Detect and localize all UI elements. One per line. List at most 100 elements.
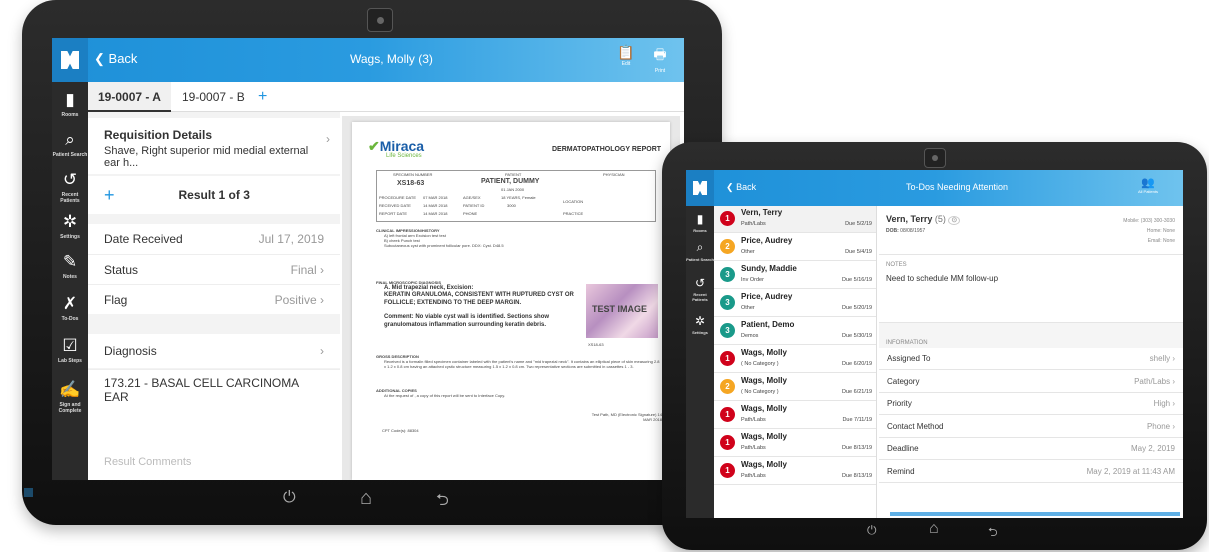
report-viewer[interactable]: ✔Miraca Life Sciences DERMATOPATHOLOGY R…	[342, 116, 680, 480]
field-status[interactable]: Status Final ›	[88, 254, 340, 284]
report-comment: Comment: No viable cyst wall is identifi…	[384, 314, 550, 328]
info-row[interactable]: Contact Method Phone ›	[879, 416, 1183, 438]
tab-b[interactable]: 19-0007 - B	[172, 82, 255, 112]
search-icon: ⌕	[65, 130, 75, 149]
sidebar-item-patient-search[interactable]: ⌕ Patient Search	[52, 130, 88, 158]
info-row[interactable]: Priority High ›	[879, 393, 1183, 415]
requisition-details[interactable]: Requisition Details Shave, Right superio…	[88, 118, 340, 174]
add-tab-button[interactable]: +	[248, 82, 277, 112]
back-nav-icon[interactable]: ⮌	[436, 489, 449, 516]
sidebar-label: Patient Search	[52, 152, 88, 158]
todo-item[interactable]: 3 Price, Audrey Other Due 5/20/19	[714, 290, 876, 317]
todo-patient-name: Wags, Molly	[741, 432, 787, 441]
info-row[interactable]: Assigned To shelly ›	[879, 348, 1183, 370]
divider	[879, 254, 1183, 255]
edit-label: Edit	[621, 61, 631, 67]
sidebar-item-patient-search[interactable]: ⌕ Patient Search	[686, 240, 714, 262]
todo-category: Path/Labs	[741, 473, 766, 479]
sidebar-label: Recent Patients	[692, 292, 708, 302]
printer-icon: 🖶	[653, 46, 667, 62]
report-page: ✔Miraca Life Sciences DERMATOPATHOLOGY R…	[352, 122, 670, 480]
result-label: Result 1 of 3	[178, 188, 250, 202]
sidebar-item-rooms[interactable]: ▮ Rooms	[686, 212, 714, 233]
chevron-right-icon: ›	[1170, 399, 1175, 408]
cpt-code: CPT Code(s): 88304	[382, 428, 419, 433]
print-button[interactable]: 🖶 Print	[648, 44, 672, 74]
field-label: Status	[104, 262, 139, 277]
todo-item[interactable]: 1 Wags, Molly Path/Labs Due 8/13/19	[714, 458, 876, 485]
tab-a[interactable]: 19-0007 - A	[88, 82, 171, 112]
action-bar[interactable]	[890, 512, 1180, 516]
power-button-icon[interactable]: ⏻	[283, 489, 296, 507]
tab-bar: 19-0007 - A 19-0007 - B +	[88, 82, 684, 112]
sidebar-item-recent-patients[interactable]: ↺ Recent Patients	[686, 276, 714, 302]
sidebar-item-todos[interactable]: ✗ To-Dos	[52, 294, 88, 322]
todo-item[interactable]: 3 Patient, Demo Demos Due 5/30/19	[714, 318, 876, 345]
page-title: Wags, Molly (3)	[350, 52, 433, 66]
home-button-icon[interactable]: ⌂	[929, 520, 939, 538]
sidebar-item-settings[interactable]: ✲ Settings	[52, 212, 88, 240]
sidebar-item-sign-complete[interactable]: ✍ Sign and Complete	[52, 380, 88, 414]
priority-badge: 2	[720, 239, 735, 254]
note-text[interactable]: Need to schedule MM follow-up	[879, 270, 1183, 288]
info-label: Contact Method	[887, 421, 944, 431]
diagnosis-header[interactable]: Diagnosis ›	[88, 334, 340, 368]
field-date-received: Date Received Jul 17, 2019	[88, 224, 340, 254]
todo-patient-name: Wags, Molly	[741, 460, 787, 469]
sidebar-item-settings[interactable]: ✲ Settings	[686, 314, 714, 335]
info-label: Priority	[887, 399, 912, 408]
clipboard-check-icon: ☑	[62, 336, 78, 355]
contact-home: Home: None	[1146, 228, 1175, 234]
todo-item[interactable]: 2 Wags, Molly ( No Category ) Due 6/21/19	[714, 374, 876, 401]
info-value: Path/Labs ›	[1134, 377, 1175, 386]
divider	[876, 206, 877, 518]
power-button-icon[interactable]: ⏻	[867, 523, 877, 538]
info-row[interactable]: Category Path/Labs ›	[879, 371, 1183, 393]
todo-item[interactable]: 1 Wags, Molly Path/Labs Due 8/13/19	[714, 430, 876, 457]
add-result-button[interactable]: +	[104, 185, 115, 206]
camera	[924, 148, 946, 168]
sidebar-label: Rooms	[61, 112, 79, 118]
todo-patient-name: Sundy, Maddie	[741, 264, 797, 273]
back-button[interactable]: ❮ Back	[94, 51, 137, 67]
sidebar-item-notes[interactable]: ✎ Notes	[52, 252, 88, 280]
diagnosis-label: Diagnosis	[104, 344, 157, 358]
todo-patient-name: Patient, Demo	[741, 320, 795, 329]
todo-category: Demos	[741, 333, 759, 339]
todo-patient-name: Wags, Molly	[741, 348, 787, 357]
gear-icon: ✲	[62, 212, 78, 231]
location-pin-icon[interactable]: ⊙	[948, 216, 961, 225]
patient-name: Vern, Terry (5) ⊙	[886, 214, 961, 225]
todo-due-date: Due 5/2/19	[845, 221, 872, 227]
sidebar-item-lab-steps[interactable]: ☑ Lab Steps	[52, 336, 88, 364]
todo-item[interactable]: 3 Sundy, Maddie Inv Order Due 5/16/19	[714, 262, 876, 289]
patient-name-text: Vern, Terry	[886, 214, 933, 224]
todo-item[interactable]: 1 Vern, Terry Path/Labs Due 5/2/19	[714, 206, 876, 233]
all-patients-button[interactable]: 👥 All Patients	[1128, 176, 1168, 194]
edit-button[interactable]: 📋 Edit	[614, 44, 638, 67]
clipboard-icon: 📋	[617, 44, 635, 60]
page-title: To-Dos Needing Attention	[906, 182, 1009, 192]
todo-category: Inv Order	[741, 277, 764, 283]
sidebar-label: Recent Patients	[60, 192, 80, 204]
priority-badge: 3	[720, 295, 735, 310]
todo-due-date: Due 8/13/19	[842, 473, 872, 479]
todo-due-date: Due 5/30/19	[842, 333, 872, 339]
info-row: Deadline May 2, 2019	[879, 438, 1183, 460]
field-flag[interactable]: Flag Positive ›	[88, 284, 340, 314]
info-value: shelly ›	[1150, 354, 1175, 363]
clinical-line: Subcutaneous cyst with prominent follicu…	[384, 243, 504, 248]
back-nav-icon[interactable]: ⮌	[988, 523, 998, 544]
todo-item[interactable]: 2 Price, Audrey Other Due 5/4/19	[714, 234, 876, 261]
header-bar: ❮ Back To-Dos Needing Attention 👥 All Pat…	[686, 170, 1183, 206]
home-button-icon[interactable]: ⌂	[360, 487, 372, 510]
todo-item[interactable]: 1 Wags, Molly ( No Category ) Due 6/20/19	[714, 346, 876, 373]
camera	[367, 8, 393, 32]
todo-item[interactable]: 1 Wags, Molly Path/Labs Due 7/11/19	[714, 402, 876, 429]
back-button[interactable]: ❮ Back	[726, 182, 756, 193]
sidebar-item-recent-patients[interactable]: ↺ Recent Patients	[52, 170, 88, 204]
result-comments-field[interactable]: Result Comments	[104, 456, 324, 468]
info-value-text: shelly	[1149, 354, 1171, 363]
sidebar-item-rooms[interactable]: ▮ Rooms	[52, 90, 88, 118]
pin-icon: ✗	[62, 294, 78, 313]
